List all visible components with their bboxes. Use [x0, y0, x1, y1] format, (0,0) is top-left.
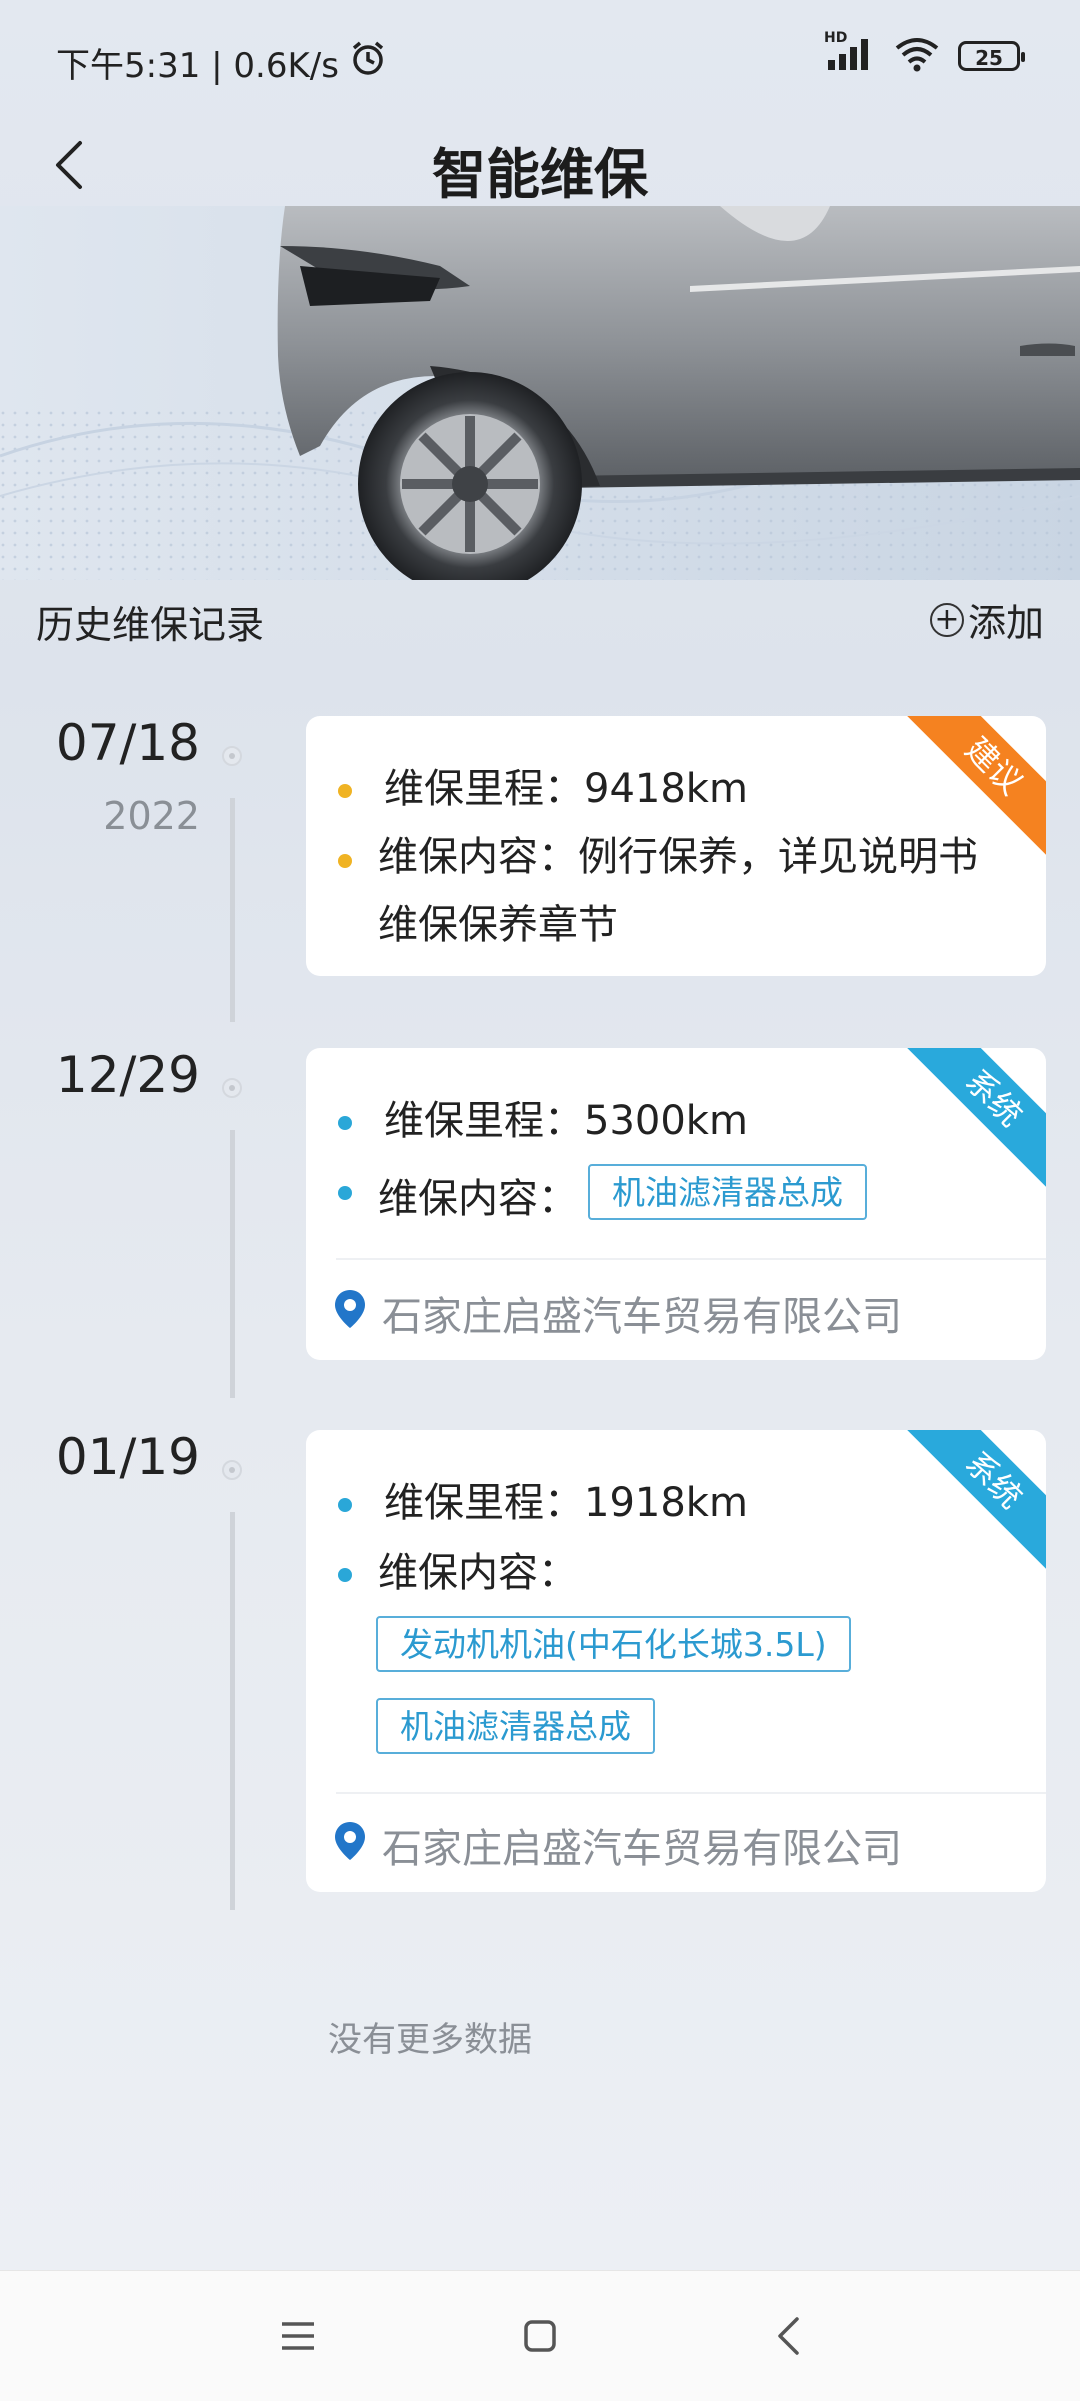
back-triangle-icon [778, 2317, 799, 2355]
record-card[interactable]: 建议 维保里程：9418km 维保内容：例行保养，详见说明书 维保保养章节 [306, 716, 1046, 976]
wifi-icon [894, 36, 940, 76]
content-text: 维保内容：例行保养，详见说明书 [378, 834, 978, 880]
home-button[interactable] [500, 2301, 580, 2371]
record-year: 2022 [103, 794, 200, 838]
record-card[interactable]: 系统 维保里程：1918km 维保内容： 发动机机油(中石化长城3.5L) 机油… [306, 1430, 1046, 1892]
menu-button[interactable] [258, 2301, 338, 2371]
mileage-text: 维保里程：9418km [384, 766, 748, 812]
record-date: 12/29 [55, 1046, 200, 1104]
no-more-data: 没有更多数据 [328, 2020, 532, 2060]
network-type-label: HD [824, 30, 848, 46]
card-divider [336, 1258, 1046, 1260]
timeline-dot [222, 1460, 242, 1480]
bullet-dot [338, 784, 352, 798]
timeline-line [230, 798, 235, 1022]
content-text-line2: 维保保养章节 [378, 902, 618, 948]
page-title: 智能维保 [432, 143, 648, 206]
content-text: 维保内容： [378, 1550, 578, 1596]
status-right: HD 25 [824, 30, 1025, 76]
mileage-text: 维保里程：5300km [384, 1098, 748, 1144]
part-tag: 机油滤清器总成 [588, 1164, 867, 1220]
location-pin-icon [335, 1822, 365, 1860]
bullet-dot [338, 854, 352, 868]
bullet-dot [338, 1116, 352, 1130]
system-nav-bar [0, 2270, 1080, 2401]
menu-icon [282, 2322, 314, 2350]
bullet-dot [338, 1186, 352, 1200]
timeline-dot [222, 1078, 242, 1098]
battery-icon: 25 [958, 41, 1025, 71]
alarm-icon [349, 39, 387, 86]
record-card[interactable]: 系统 维保里程：5300km 维保内容： 机油滤清器总成 石家庄启盛汽车贸易有限… [306, 1048, 1046, 1360]
location-pin-icon [335, 1290, 365, 1328]
home-square-icon [524, 2320, 556, 2352]
part-tag: 机油滤清器总成 [376, 1698, 655, 1754]
bullet-dot [338, 1498, 352, 1512]
plus-circle-icon: + [929, 602, 964, 637]
timeline-dot [222, 746, 242, 766]
header: 智能维保 [0, 110, 1080, 220]
car-image [0, 206, 1080, 580]
section-title: 历史维保记录 [36, 603, 265, 647]
mileage-text: 维保里程：1918km [384, 1480, 748, 1526]
add-label: 添加 [967, 601, 1044, 645]
car-banner [0, 206, 1080, 580]
card-divider [336, 1792, 1046, 1794]
dealer-location: 石家庄启盛汽车贸易有限公司 [382, 1826, 902, 1872]
status-bar: 下午5:31 | 0.6K/s HD 25 [0, 0, 1080, 120]
signal-icon: HD [824, 30, 876, 76]
add-record-button[interactable]: + 添加 [929, 592, 1044, 647]
record-date: 07/18 [55, 714, 200, 772]
dealer-location: 石家庄启盛汽车贸易有限公司 [382, 1294, 902, 1340]
bullet-dot [338, 1568, 352, 1582]
timeline-line [230, 1512, 235, 1910]
status-left: 下午5:31 | 0.6K/s [56, 38, 387, 87]
part-tag: 发动机机油(中石化长城3.5L) [376, 1616, 851, 1672]
record-date: 01/19 [55, 1428, 200, 1486]
timeline-line [230, 1130, 235, 1398]
nav-back-button[interactable] [748, 2301, 828, 2371]
status-time-speed: 下午5:31 | 0.6K/s [56, 46, 339, 86]
